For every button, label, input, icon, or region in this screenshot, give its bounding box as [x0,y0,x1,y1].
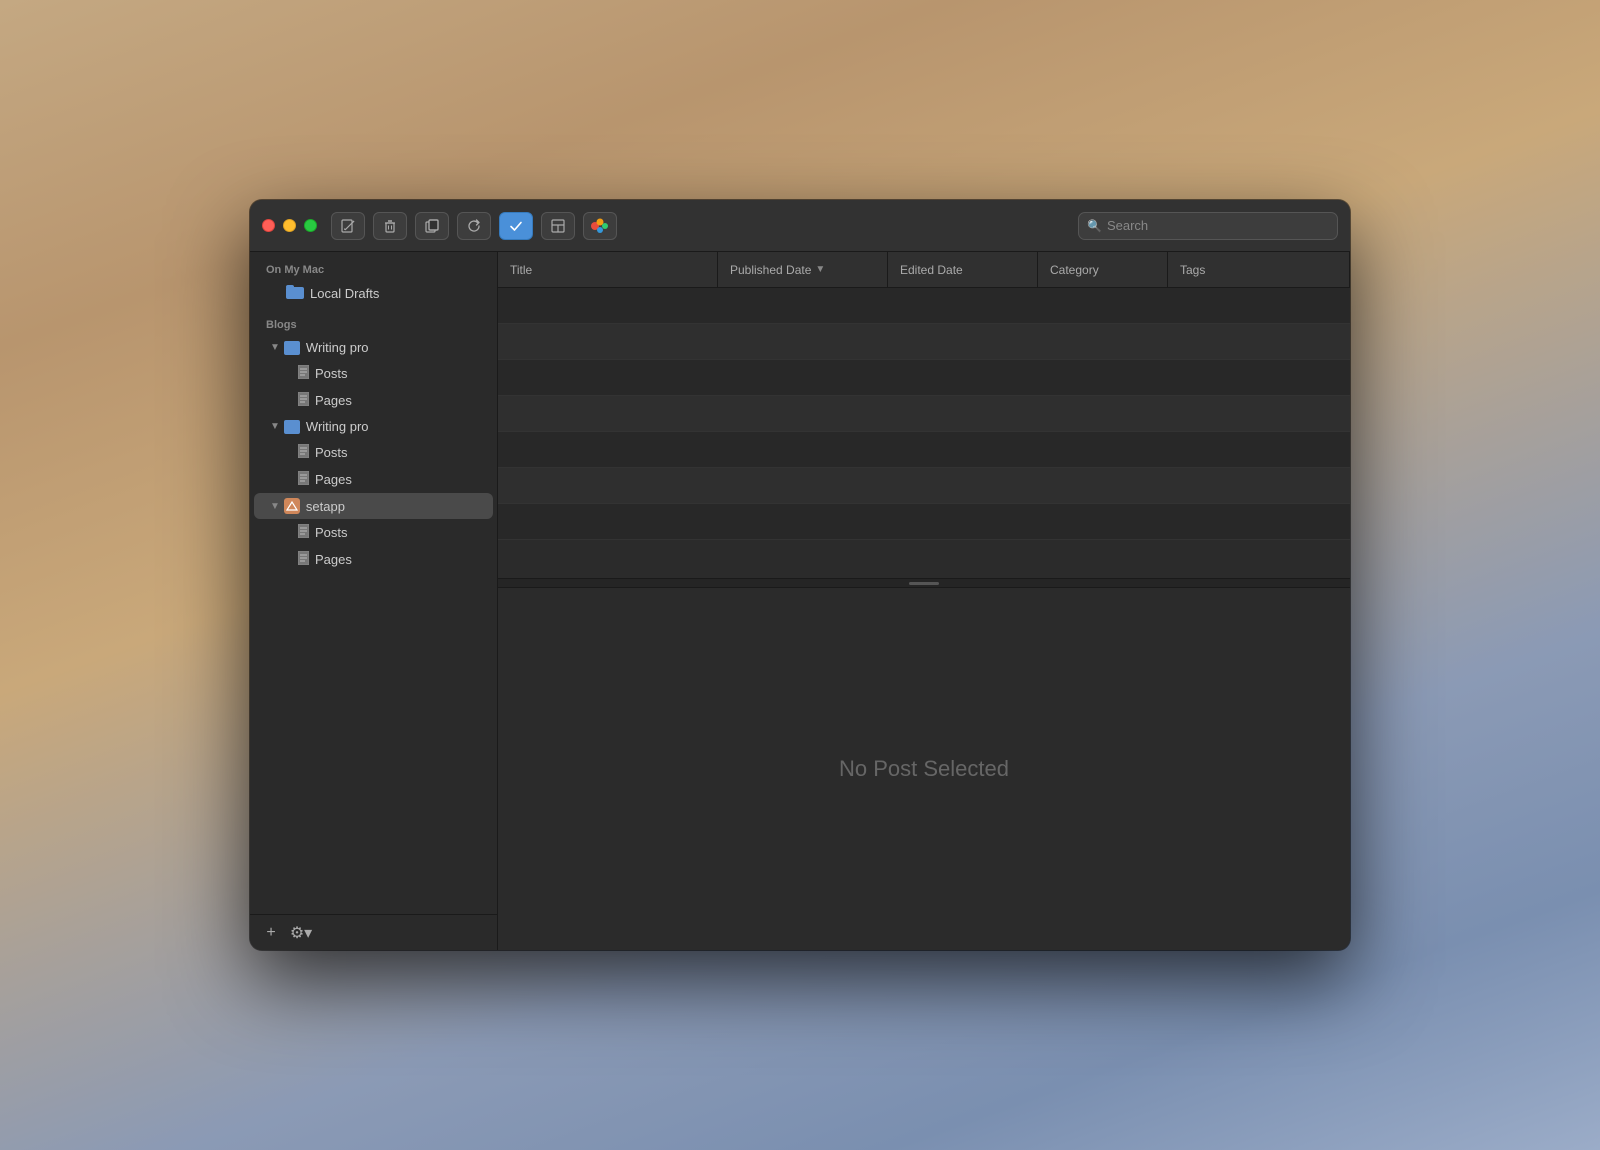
layout-icon [550,218,566,234]
blog-3-posts-label: Posts [315,525,348,540]
col-tags-label: Tags [1180,263,1205,277]
blog-icon-1 [284,341,300,355]
trash-icon [382,218,398,234]
blog-icon-2 [284,420,300,434]
pane-divider[interactable] [498,578,1350,588]
disclosure-3: ▼ [270,501,280,512]
blog-1-pages-label: Pages [315,393,352,408]
col-published-date[interactable]: Published Date ▼ [718,252,888,287]
minimize-button[interactable] [283,219,296,232]
sidebar-item-blog-3-posts[interactable]: Posts [254,519,493,546]
pages-icon-3 [298,551,309,568]
col-published-label: Published Date [730,263,811,277]
app-window: 🔍 On My Mac Local Drafts Blogs ▼ [250,200,1350,950]
sidebar-footer: + ⚙▾ [250,914,497,950]
local-drafts-label: Local Drafts [310,286,379,301]
blog-2-pages-label: Pages [315,472,352,487]
sidebar: On My Mac Local Drafts Blogs ▼ Writing p… [250,252,498,950]
search-input[interactable] [1107,218,1329,233]
gear-icon: ⚙ [290,923,304,943]
blog-1-posts-label: Posts [315,366,348,381]
blog-2-label: Writing pro [306,419,369,434]
pages-icon-2 [298,471,309,488]
sidebar-item-blog-3-pages[interactable]: Pages [254,546,493,573]
sidebar-item-blog-2-pages[interactable]: Pages [254,466,493,493]
local-drafts-icon [286,285,304,302]
copy-button[interactable] [415,212,449,240]
sort-arrow-published: ▼ [815,264,825,275]
sidebar-item-blog-1[interactable]: ▼ Writing pro [254,335,493,360]
publish-button[interactable] [499,212,533,240]
sidebar-item-local-drafts[interactable]: Local Drafts [254,280,493,307]
sidebar-item-blog-1-posts[interactable]: Posts [254,360,493,387]
content-area: Title Published Date ▼ Edited Date Categ… [498,252,1350,950]
table-row[interactable] [498,432,1350,468]
traffic-lights [262,219,317,232]
preview-pane: No Post Selected [498,588,1350,950]
check-icon [508,218,524,234]
app-icon-button[interactable] [583,212,617,240]
table-rows [498,288,1350,578]
refresh-button[interactable] [457,212,491,240]
blogs-label: Blogs [250,315,497,335]
col-category[interactable]: Category [1038,252,1168,287]
on-my-mac-label: On My Mac [250,260,497,280]
search-bar[interactable]: 🔍 [1078,212,1338,240]
close-button[interactable] [262,219,275,232]
compose-icon [340,218,356,234]
divider-handle [909,582,939,585]
layout-button[interactable] [541,212,575,240]
table-row[interactable] [498,360,1350,396]
col-title-label: Title [510,263,532,277]
blog-3-label: setapp [306,499,345,514]
col-edited-label: Edited Date [900,263,963,277]
sidebar-item-blog-1-pages[interactable]: Pages [254,387,493,414]
table-row[interactable] [498,396,1350,432]
blog-icon-3 [284,498,300,514]
settings-button[interactable]: ⚙▾ [288,922,314,944]
table-row[interactable] [498,288,1350,324]
refresh-icon [466,218,482,234]
table-row[interactable] [498,504,1350,540]
posts-icon-3 [298,524,309,541]
posts-icon-2 [298,444,309,461]
titlebar: 🔍 [250,200,1350,252]
col-edited-date[interactable]: Edited Date [888,252,1038,287]
maximize-button[interactable] [304,219,317,232]
colorful-icon [590,216,610,236]
sidebar-item-blog-3[interactable]: ▼ setapp [254,493,493,519]
copy-icon [424,218,440,234]
blog-2-posts-label: Posts [315,445,348,460]
col-tags[interactable]: Tags [1168,252,1350,287]
trash-button[interactable] [373,212,407,240]
col-title[interactable]: Title [498,252,718,287]
pages-icon-1 [298,392,309,409]
main-area: On My Mac Local Drafts Blogs ▼ Writing p… [250,252,1350,950]
search-icon: 🔍 [1087,219,1102,233]
disclosure-1: ▼ [270,342,280,353]
blog-1-label: Writing pro [306,340,369,355]
disclosure-2: ▼ [270,421,280,432]
no-post-label: No Post Selected [839,756,1009,782]
posts-icon-1 [298,365,309,382]
sidebar-item-blog-2-posts[interactable]: Posts [254,439,493,466]
table-row[interactable] [498,468,1350,504]
blog-3-pages-label: Pages [315,552,352,567]
add-blog-button[interactable]: + [258,922,284,944]
table-row[interactable] [498,324,1350,360]
compose-button[interactable] [331,212,365,240]
table-header: Title Published Date ▼ Edited Date Categ… [498,252,1350,288]
col-category-label: Category [1050,263,1099,277]
sidebar-item-blog-2[interactable]: ▼ Writing pro [254,414,493,439]
